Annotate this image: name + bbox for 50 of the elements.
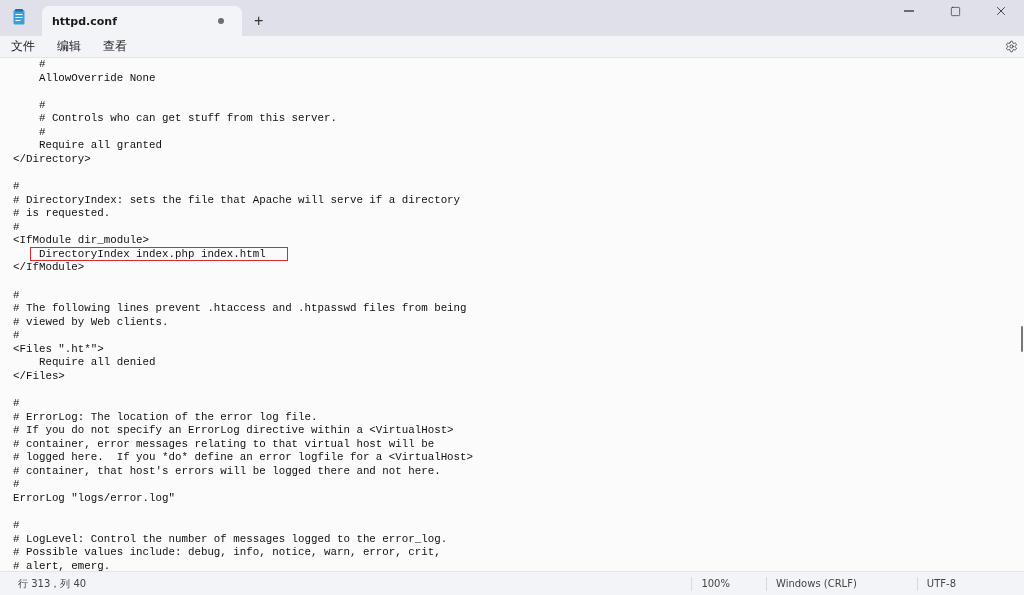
code-line: DirectoryIndex index.php index.html [37, 247, 266, 260]
code-line: Require all granted [37, 139, 163, 152]
maximize-icon [949, 5, 961, 17]
encoding: UTF-8 [925, 578, 956, 589]
new-tab-button[interactable]: + [250, 12, 268, 30]
code-line: # logged here. If you *do* define an error logfile for a <VirtualHost> [13, 451, 474, 464]
zoom-level: 100% [700, 578, 730, 589]
notepad-icon [13, 9, 25, 25]
code-line: # alert, emerg. [13, 559, 111, 571]
settings-icon [1005, 40, 1018, 53]
code-line: # [13, 478, 20, 491]
code-line: Require all denied [37, 356, 156, 369]
code-line: # [13, 397, 20, 410]
settings-button[interactable] [1005, 40, 1018, 53]
code-line: # [37, 58, 46, 70]
minimize-icon [904, 10, 914, 12]
close-icon [994, 4, 1008, 18]
menu-item[interactable]: 文件 [11, 38, 46, 55]
code-line: </Directory> [13, 152, 91, 165]
code-line: # If you do not specify an ErrorLog directive within a <VirtualHost> [13, 424, 454, 437]
code-line: </IfModule> [13, 261, 85, 274]
code-line: # container, that host's errors will be logged there and not here. [13, 464, 441, 477]
code-line: # [13, 180, 20, 193]
code-line: # [13, 519, 20, 532]
code-line: # is requested. [13, 207, 111, 220]
code-line: <IfModule dir_module> [13, 234, 150, 247]
tab-title: httpd.conf [52, 14, 117, 28]
menu-item[interactable]: 编辑 [57, 38, 92, 55]
code-line: # [37, 98, 46, 111]
code-line: # [13, 329, 20, 342]
code-line: # container, error messages relating to that virtual host will be [13, 437, 435, 450]
code-line: </Files> [13, 369, 65, 382]
code-line: # [37, 125, 46, 138]
code-line: # viewed by Web clients. [13, 315, 169, 328]
code-line: # LogLevel: Control the number of messages logged to the error_log. [13, 532, 448, 545]
code-line: # [13, 220, 20, 233]
cursor-position: 行 313，列 40 [17, 576, 87, 591]
code-line: # The following lines prevent .htaccess and .htpasswd files from being [13, 302, 467, 315]
code-line: ErrorLog "logs/error.log" [13, 492, 175, 504]
code-line: # Controls who can get stuff from this server. [37, 112, 337, 125]
code-line: # Possible values include: debug, info, notice, warn, error, crit, [13, 546, 441, 559]
line-ending: Windows (CRLF) [774, 578, 857, 589]
code-line: # DirectoryIndex: sets the file that Apache will serve if a directory [13, 193, 461, 206]
code-line: # [13, 288, 20, 301]
menu-item[interactable]: 查看 [103, 38, 138, 55]
code-line: # ErrorLog: The location of the error log file. [13, 410, 318, 423]
scrollbar-thumb[interactable] [1021, 326, 1023, 352]
code-line: AllowOverride None [37, 71, 156, 84]
file-tab[interactable]: httpd.conf [42, 6, 242, 36]
code-line: <Files ".ht*"> [13, 342, 104, 355]
